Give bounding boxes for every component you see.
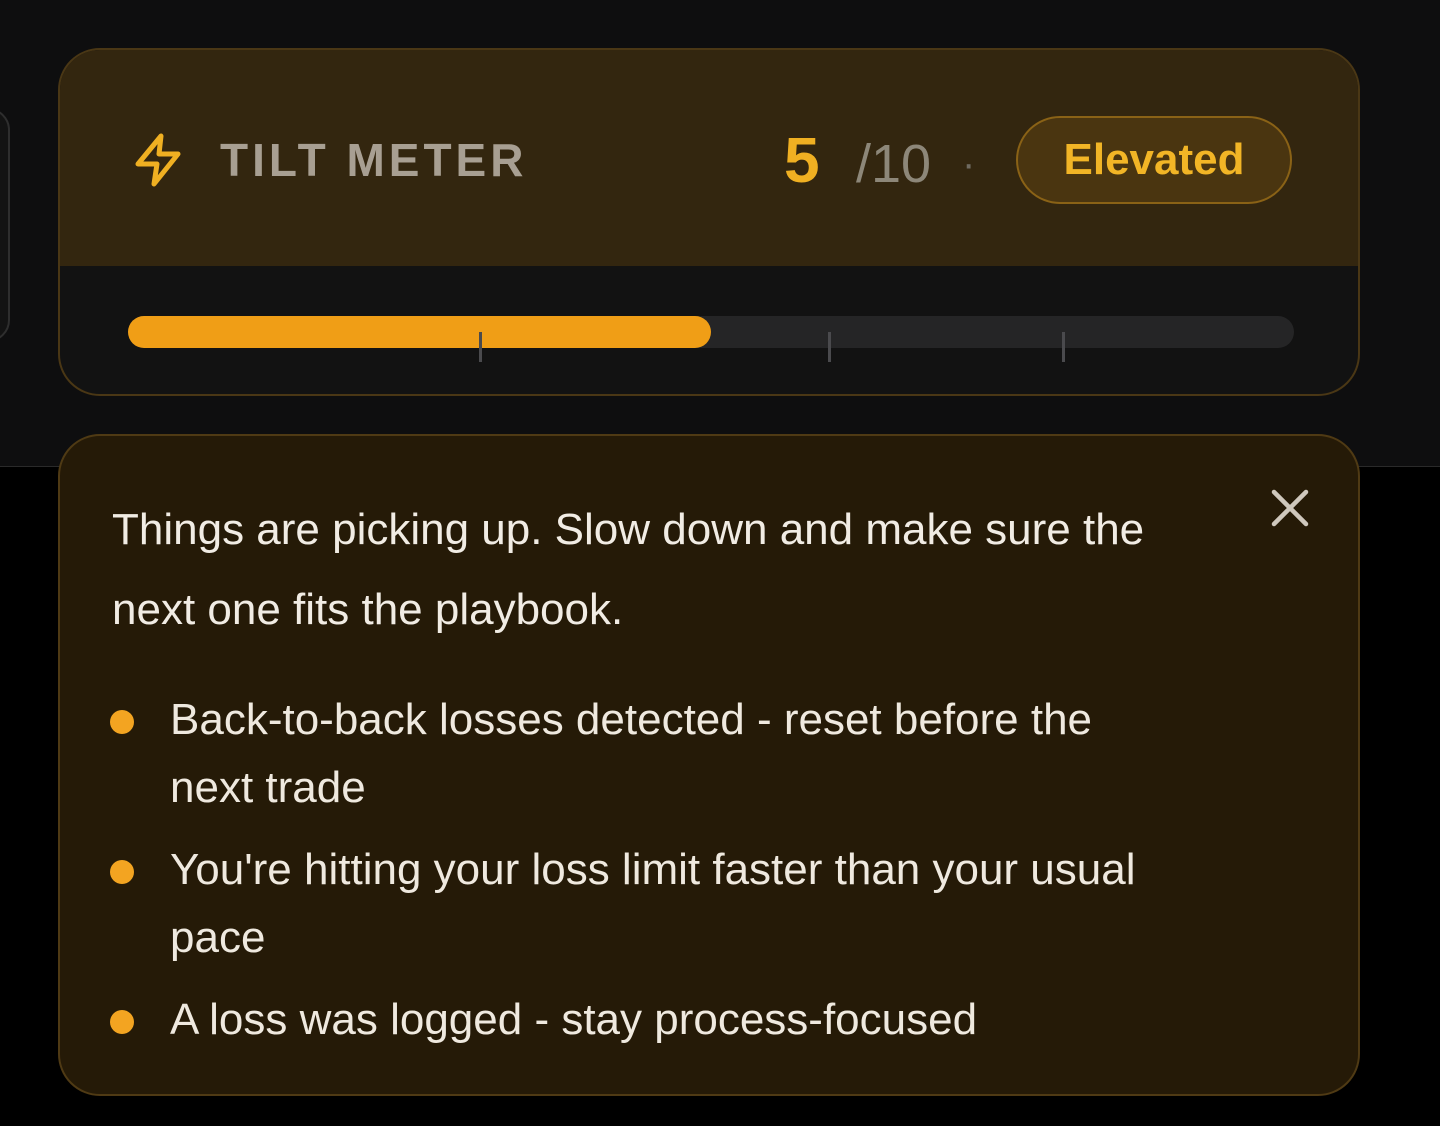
reason-text: A loss was logged - stay process-focused: [170, 995, 978, 1044]
tilt-progress-fill: [128, 316, 711, 348]
tilt-score-max: /10: [856, 134, 932, 194]
tilt-score: 5: [784, 124, 820, 196]
reason-text: Back-to-back losses detected - reset bef…: [170, 695, 1093, 812]
adjacent-panel-edge: [0, 108, 10, 342]
tilt-scale-tick: [479, 332, 482, 362]
tilt-meter-title: TILT METER: [220, 134, 528, 186]
score-separator: ·: [962, 142, 976, 186]
status-badge: Elevated: [1016, 116, 1292, 204]
bullet-dot: [110, 860, 134, 884]
tilt-advice-card: Things are picking up. Slow down and mak…: [58, 434, 1360, 1096]
tilt-progress-track: [128, 316, 1294, 362]
tilt-scale-tick: [828, 332, 831, 362]
tilt-scale-tick: [1062, 332, 1065, 362]
bullet-dot: [110, 1010, 134, 1034]
lightning-bolt-icon: [130, 132, 186, 188]
advice-message: Things are picking up. Slow down and mak…: [112, 505, 1145, 634]
bullet-dot: [110, 710, 134, 734]
close-icon[interactable]: [1264, 482, 1316, 534]
tilt-meter-card: TILT METER 5 /10 · Elevated: [58, 48, 1360, 396]
reason-text: You're hitting your loss limit faster th…: [170, 845, 1136, 962]
tilt-meter-header: TILT METER 5 /10 · Elevated: [60, 50, 1358, 266]
